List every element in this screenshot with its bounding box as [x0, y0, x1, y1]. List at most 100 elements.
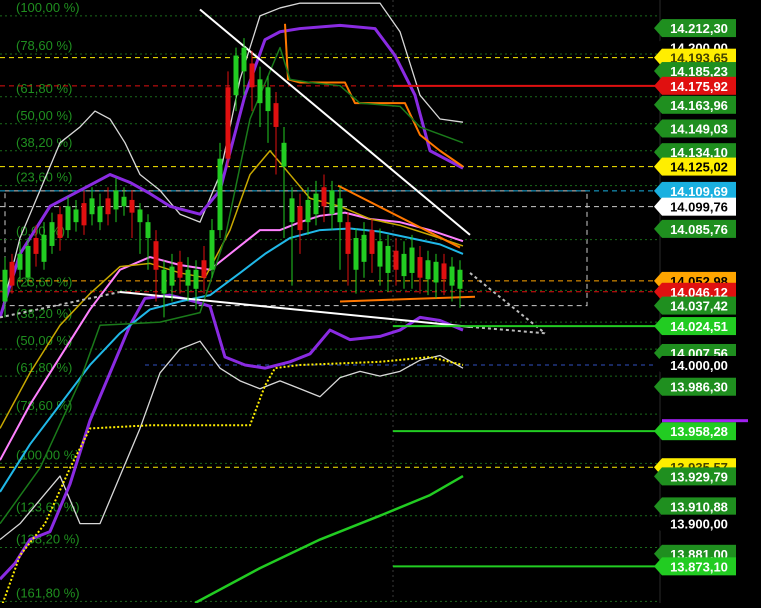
price-tag-label: 14.099,76	[670, 200, 728, 215]
price-tag[interactable]: 14.099,76	[654, 197, 736, 216]
price-tag-pointer	[654, 95, 662, 114]
price-tag-label: 13.900,00	[670, 517, 728, 532]
candle-body	[2, 269, 8, 302]
candle-body	[249, 63, 255, 88]
candle-body	[89, 198, 95, 215]
candle-body	[9, 261, 15, 286]
price-tag[interactable]: 14.109,69	[654, 181, 736, 200]
price-tag-pointer	[654, 514, 662, 533]
candle-body	[305, 199, 311, 223]
price-tag-pointer	[654, 355, 662, 374]
candle-body	[449, 266, 455, 286]
price-tag-label: 14.037,42	[670, 299, 728, 314]
fib-label: (23,60 %)	[16, 170, 72, 185]
resistance-orange-step	[284, 23, 464, 168]
price-tag[interactable]: 13.986,30	[654, 377, 736, 396]
candle-body	[377, 241, 383, 267]
price-tag[interactable]: 14.085,76	[654, 219, 736, 238]
candle-body	[369, 230, 375, 254]
price-tag-label: 13.873,10	[670, 559, 728, 574]
candle-body	[177, 261, 183, 278]
price-tag-pointer	[654, 19, 662, 38]
candle-body	[273, 103, 279, 127]
fib-label: (50,00 %)	[16, 333, 72, 348]
price-tag[interactable]: 13.900,00	[654, 514, 736, 533]
candle-body	[97, 206, 103, 223]
candle-body	[73, 209, 79, 223]
price-tag-pointer	[654, 422, 662, 441]
price-tag[interactable]: 13.958,28	[654, 422, 736, 441]
price-tag[interactable]: 14.024,51	[654, 317, 736, 336]
purple-accent	[662, 419, 748, 423]
price-tag[interactable]: 13.929,79	[654, 467, 736, 486]
price-tag[interactable]: 14.175,92	[654, 76, 736, 95]
price-tag[interactable]: 14.125,02	[654, 157, 736, 176]
candle-body	[201, 260, 207, 278]
candle-body	[289, 198, 295, 223]
price-tag-pointer	[654, 143, 662, 162]
price-tag-label: 14.149,03	[670, 121, 728, 136]
price-tag-pointer	[654, 557, 662, 576]
price-tag-label: 14.163,96	[670, 98, 728, 113]
candle-body	[345, 222, 351, 254]
downtrend-extension	[469, 272, 546, 335]
candle-body	[121, 196, 127, 207]
candle-body	[425, 260, 431, 280]
price-tag[interactable]: 13.910,88	[654, 497, 736, 516]
candle-body	[161, 269, 167, 294]
candle-body	[185, 269, 191, 286]
price-tag-pointer	[654, 119, 662, 138]
support-extension	[469, 325, 546, 335]
candle-body	[17, 253, 23, 270]
trend-green-rising	[194, 474, 464, 605]
candle-body	[433, 261, 439, 283]
indicator-layer	[0, 2, 660, 608]
price-tag-label: 13.910,88	[670, 499, 728, 514]
candle-body	[409, 247, 415, 273]
candle-body	[225, 87, 231, 159]
price-tag-label: 13.929,79	[670, 469, 728, 484]
price-tag[interactable]: 14.037,42	[654, 296, 736, 315]
ema-mid	[0, 150, 464, 429]
candle-body	[297, 206, 303, 231]
fib-label: (38,20 %)	[16, 135, 72, 150]
candle-body	[353, 238, 359, 270]
candle-body	[153, 241, 159, 270]
price-tag[interactable]: 14.149,03	[654, 119, 736, 138]
price-tag-label: 13.958,28	[670, 424, 728, 439]
candle-body	[137, 209, 143, 223]
price-chart[interactable]: (100,00 %) (78,60 %) (61,80 %) (50,00 %) (38…	[0, 0, 761, 608]
candle-body	[417, 257, 423, 278]
price-tag[interactable]: 14.000,00	[654, 355, 736, 374]
fib-label: (100,00 %)	[16, 0, 80, 15]
chart-root: (100,00 %) (78,60 %) (61,80 %) (50,00 %) (38…	[0, 0, 761, 608]
price-tag-pointer	[654, 317, 662, 336]
candle-body	[441, 263, 447, 280]
price-tag-pointer	[654, 157, 662, 176]
orange-support-segment	[339, 295, 476, 303]
fib-label: (38,20 %)	[16, 306, 72, 321]
grid-layer	[4, 0, 661, 603]
price-tag[interactable]: 14.212,30	[654, 19, 736, 38]
price-tag-label: 14.024,51	[670, 319, 728, 334]
candle-body	[257, 79, 263, 104]
candle-body	[25, 245, 31, 278]
price-tag-pointer	[654, 62, 662, 81]
candle-body	[321, 187, 327, 207]
price-tag-pointer	[654, 76, 662, 95]
price-tag-label: 14.175,92	[670, 79, 728, 94]
price-tag[interactable]: 13.873,10	[654, 557, 736, 576]
candle-body	[65, 206, 71, 231]
candle-body	[313, 193, 319, 215]
fib-label: (123,60 %)	[16, 500, 80, 515]
candle-body	[233, 55, 239, 96]
price-tag-label: 14.125,02	[670, 160, 728, 175]
price-tag-label: 14.085,76	[670, 222, 728, 237]
fib-label: (161,80 %)	[16, 585, 80, 600]
price-tag-label: 14.109,69	[670, 184, 728, 199]
price-tag[interactable]: 14.163,96	[654, 95, 736, 114]
fib-label: (61,80 %)	[16, 81, 72, 96]
candle-body	[361, 234, 367, 262]
candle-body	[41, 234, 47, 262]
candle-body	[241, 47, 247, 72]
